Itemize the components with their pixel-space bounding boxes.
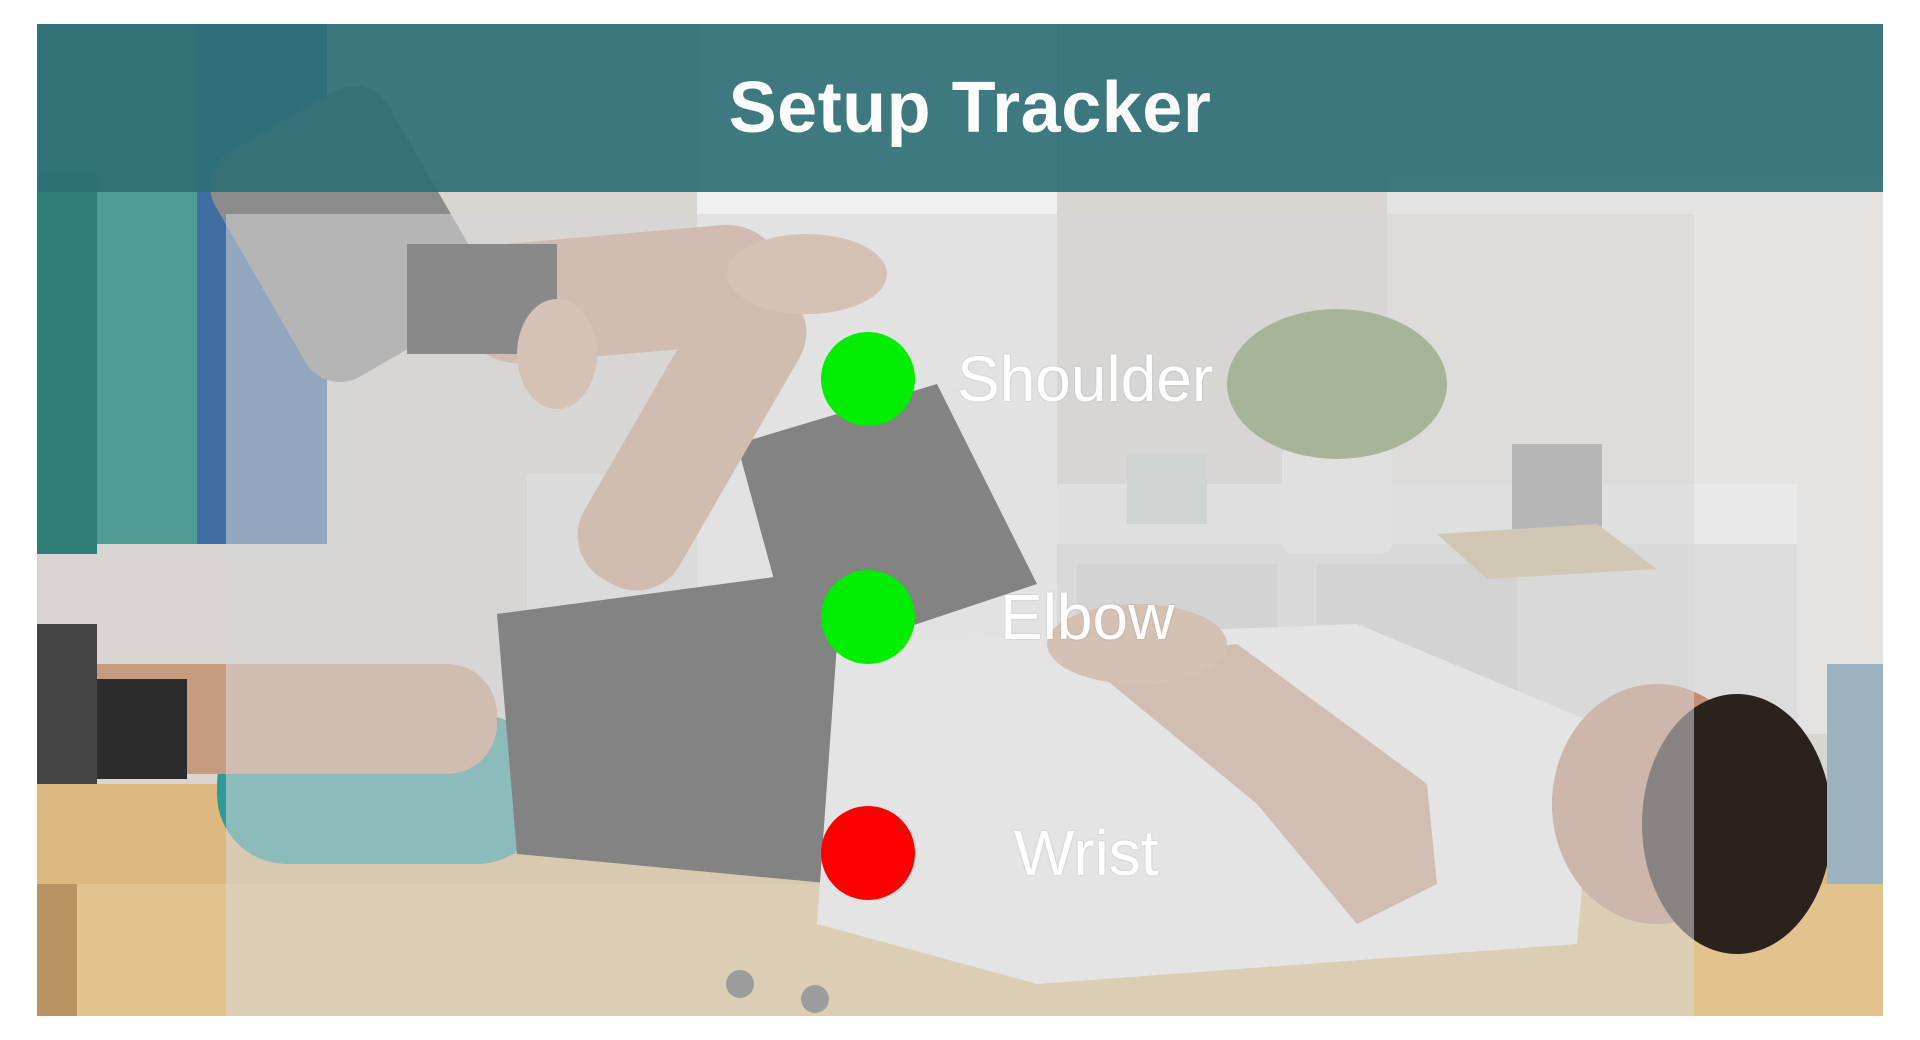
- tracker-row-elbow: Elbow: [226, 570, 1694, 666]
- tracker-row-shoulder: Shoulder: [226, 332, 1694, 428]
- status-indicator-shoulder: [821, 332, 915, 426]
- tracker-label-shoulder: Shoulder: [957, 343, 1214, 415]
- header-bar: Setup Tracker: [37, 24, 1883, 192]
- status-indicator-elbow: [821, 570, 915, 664]
- tracker-label-elbow: Elbow: [1000, 581, 1175, 653]
- tracker-status-panel: Shoulder Elbow Wrist: [226, 214, 1694, 1016]
- tracker-label-wrist: Wrist: [1014, 817, 1159, 889]
- app-frame: Setup Tracker Shoulder Elbow Wrist: [37, 24, 1883, 1016]
- status-indicator-wrist: [821, 806, 915, 900]
- tracker-row-wrist: Wrist: [226, 806, 1694, 902]
- page-title: Setup Tracker: [728, 68, 1212, 148]
